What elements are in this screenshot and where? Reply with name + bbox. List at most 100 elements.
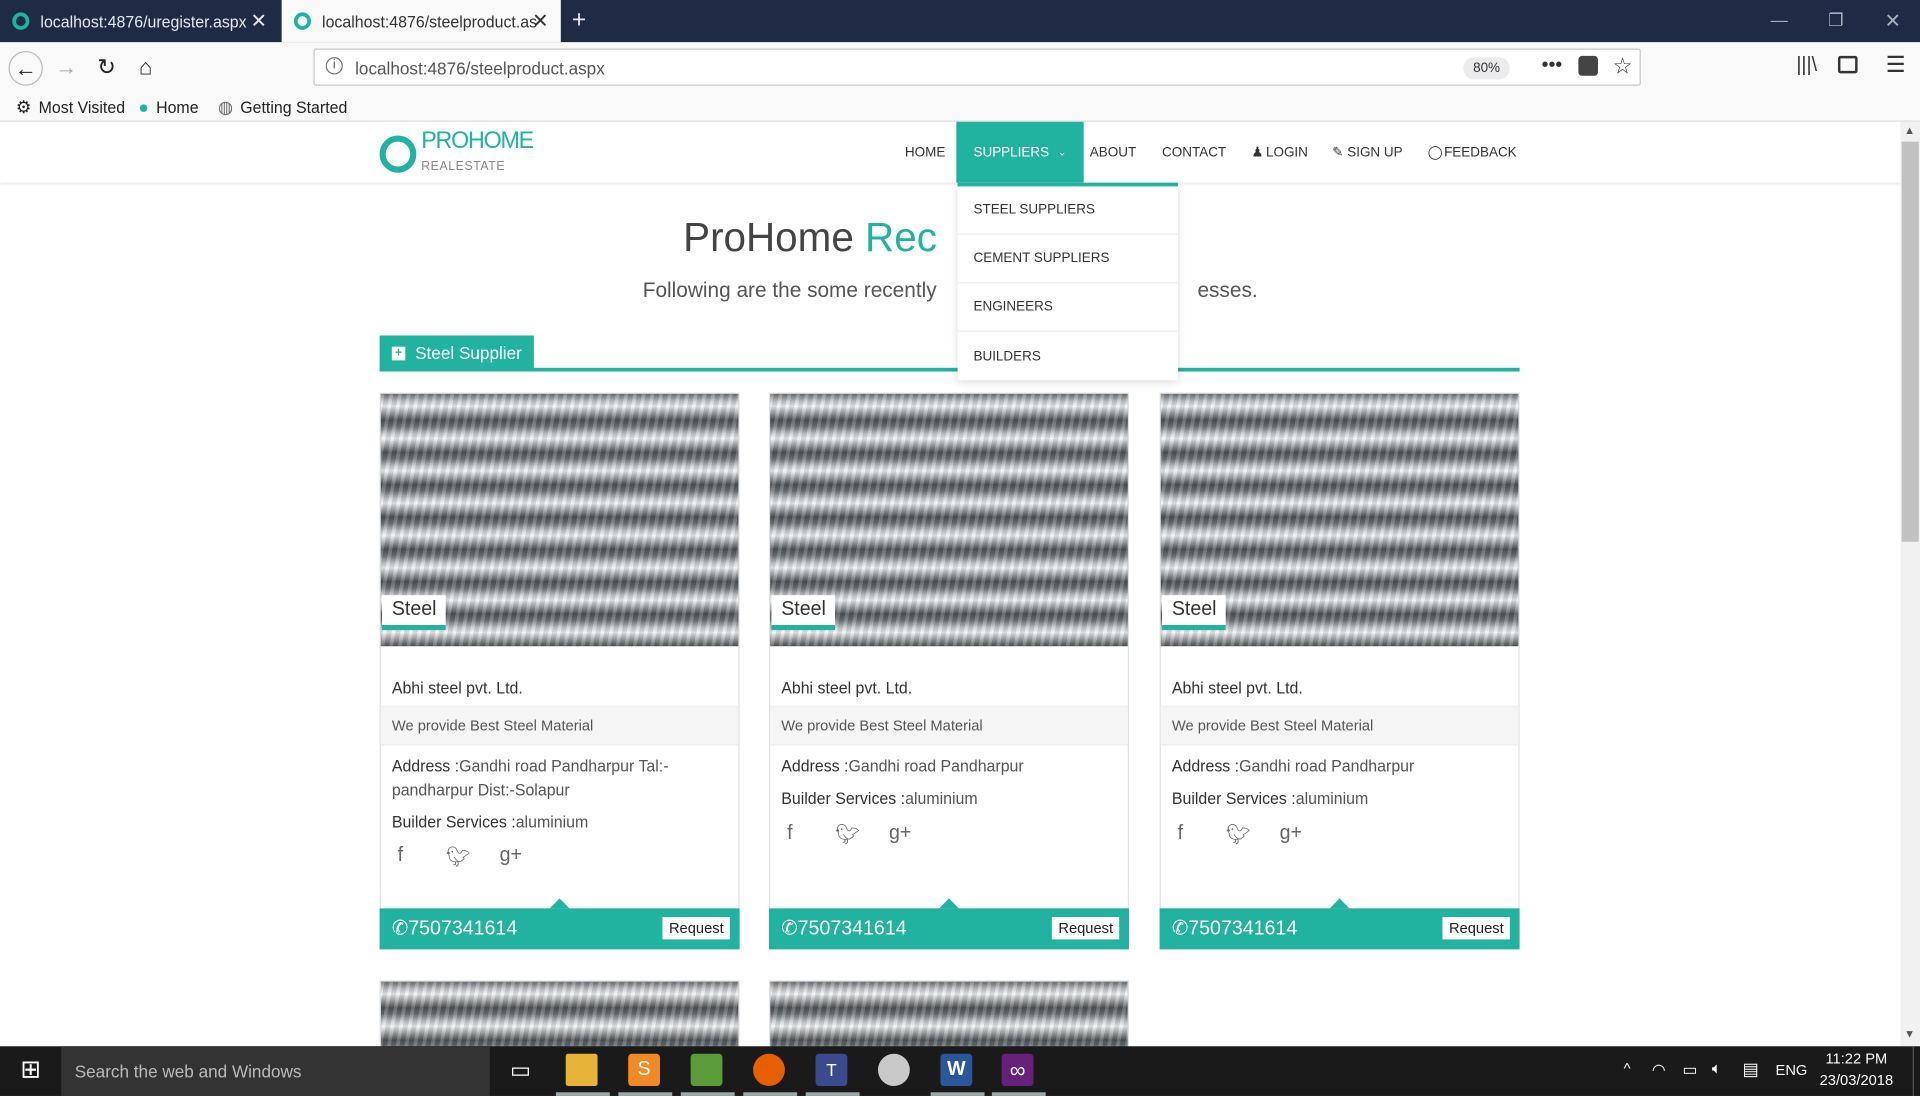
logo-subtext: REALESTATE [421,160,506,174]
app-icon[interactable]: T [815,1053,848,1087]
twitter-icon[interactable]: 🐦︎ [446,845,471,870]
scrollbar-thumb[interactable] [1901,141,1919,542]
request-button[interactable]: Request [1052,917,1120,940]
tab-title: localhost:4876/uregister.aspx [40,11,247,31]
supplier-card: Steel Abhi steel pvt. Ltd. We provide Be… [768,392,1129,950]
comment-icon: ◯ [1427,145,1443,161]
edit-icon: ✎ [1332,145,1344,161]
section-tag: + Steel Supplier [379,335,535,371]
supplier-name: Abhi steel pvt. Ltd. [1171,678,1303,698]
supplier-card: Steel Abhi steel pvt. Ltd. We provide Be… [379,392,740,950]
app-icon[interactable] [877,1053,910,1087]
image-editor-icon[interactable] [690,1053,723,1087]
wifi-icon[interactable]: ◠ [1652,1060,1666,1080]
facebook-icon[interactable]: f [392,845,409,870]
tab-steelproduct[interactable]: localhost:4876/steelproduct.aspx ✕ [281,0,561,43]
dropdown-item-builders[interactable]: BUILDERS [958,332,1178,380]
page-actions-icon[interactable]: ••• [1542,55,1563,77]
phone-icon: ✆ [1171,918,1189,940]
request-button[interactable]: Request [662,917,730,940]
action-center-icon[interactable]: ▤ [1742,1059,1758,1080]
google-plus-icon[interactable]: g+ [1280,823,1302,848]
file-explorer-icon[interactable] [565,1053,598,1087]
facebook-icon[interactable]: f [1172,823,1189,848]
menu-icon[interactable]: ☰ [1886,52,1906,78]
word-icon[interactable]: W [940,1053,973,1087]
sidebar-icon[interactable] [1837,55,1858,74]
firefox-icon[interactable] [753,1053,785,1087]
bookmark-getting-started[interactable]: ◍ Getting Started [218,97,347,118]
home-icon[interactable]: ⌂ [131,52,160,82]
running-indicator [805,1092,860,1096]
visual-studio-icon[interactable]: ∞ [1001,1053,1034,1087]
nav-suppliers[interactable]: SUPPLIERS ⌄ [956,121,1085,183]
taskbar-search[interactable]: Search the web and Windows [61,1046,490,1096]
site-info-icon[interactable]: i [325,57,343,75]
facebook-icon[interactable]: f [781,823,798,848]
social-links: f 🐦︎ g+ [392,845,522,870]
running-indicator [555,1092,610,1096]
dropdown-item-cement[interactable]: CEMENT SUPPLIERS [957,235,1178,284]
window-close-icon[interactable]: ✕ [1885,9,1901,34]
supplier-card: Steel Abhi steel pvt. Ltd. We provide Be… [1159,392,1520,950]
volume-icon[interactable]: 🔈︎ [1712,1059,1722,1079]
nav-login[interactable]: ♟ LOGIN [1251,122,1307,183]
site-logo[interactable]: PROHOME REALESTATE [379,129,534,176]
sublime-text-icon[interactable]: S [628,1053,661,1087]
dropdown-item-engineers[interactable]: ENGINEERS [957,283,1178,332]
nav-feedback[interactable]: ◯ FEEDBACK [1428,122,1517,183]
category-tag: Steel [771,595,836,630]
url-text: localhost:4876/steelproduct.aspx [355,58,605,79]
nav-home[interactable]: HOME [905,122,945,183]
twitter-icon[interactable]: 🐦︎ [1226,823,1251,848]
system-clock[interactable]: 11:22 PM 23/03/2018 [1820,1049,1894,1091]
supplier-description: We provide Best Steel Material [770,705,1128,746]
section-divider [379,367,1520,372]
show-hidden-icons-icon[interactable]: ^ [1624,1060,1631,1077]
task-view-icon[interactable]: ▭ [504,1054,536,1086]
nav-about[interactable]: ABOUT [1090,122,1136,183]
plus-square-icon: + [391,346,406,360]
language-indicator[interactable]: ENG [1776,1061,1808,1078]
builder-services: Builder Services :aluminium [391,812,589,832]
back-icon[interactable]: ← [8,50,43,86]
steel-image [770,981,1128,1054]
bookmark-star-icon[interactable]: ☆ [1613,53,1633,79]
bookmarks-toolbar: ⚙ Most Visited ● Home ◍ Getting Started [0,91,1920,122]
forward-icon[interactable]: → [51,52,80,82]
nav-signup[interactable]: ✎ SIGN UP [1332,122,1402,183]
windows-start-icon[interactable]: ⊞ [15,1054,47,1086]
bookmark-most-visited[interactable]: ⚙ Most Visited [16,97,125,118]
pocket-icon[interactable] [1578,55,1598,76]
close-tab-icon[interactable]: ✕ [532,9,548,34]
scroll-up-icon[interactable]: ▲ [1904,124,1915,136]
library-icon[interactable]: |||\ [1796,55,1817,77]
reload-icon[interactable]: ↻ [92,52,121,82]
browser-tab-strip: localhost:4876/uregister.aspx ✕ localhos… [0,0,1920,43]
close-tab-icon[interactable]: ✕ [251,9,267,34]
google-plus-icon[interactable]: g+ [500,845,522,870]
minimize-icon[interactable]: — [1771,10,1788,30]
battery-icon[interactable]: ▭ [1682,1060,1697,1080]
zoom-level[interactable]: 80% [1463,57,1510,80]
running-indicator [618,1092,673,1096]
dropdown-item-steel[interactable]: STEEL SUPPLIERS [957,186,1178,235]
scroll-down-icon[interactable]: ▼ [1904,1028,1915,1040]
builder-services: Builder Services :aluminium [1171,789,1369,808]
card-footer: ✆7507341614 Request [768,898,1129,950]
show-desktop-button[interactable] [1912,1046,1920,1096]
globe-icon: ◍ [217,96,233,117]
new-tab-icon[interactable]: + [572,6,586,35]
bookmark-home[interactable]: ● Home [138,97,198,117]
steel-image [380,981,739,1054]
restore-icon[interactable]: ❐ [1828,10,1843,31]
address-bar[interactable]: i localhost:4876/steelproduct.aspx 80% •… [313,48,1641,86]
twitter-icon[interactable]: 🐦︎ [835,823,860,848]
google-plus-icon[interactable]: g+ [889,823,911,848]
nav-contact[interactable]: CONTACT [1162,122,1226,183]
social-links: f 🐦︎ g+ [781,823,911,848]
supplier-card-partial [768,980,1129,1055]
tab-uregister[interactable]: localhost:4876/uregister.aspx ✕ [0,0,279,42]
supplier-description: We provide Best Steel Material [1160,705,1519,746]
request-button[interactable]: Request [1442,917,1510,940]
